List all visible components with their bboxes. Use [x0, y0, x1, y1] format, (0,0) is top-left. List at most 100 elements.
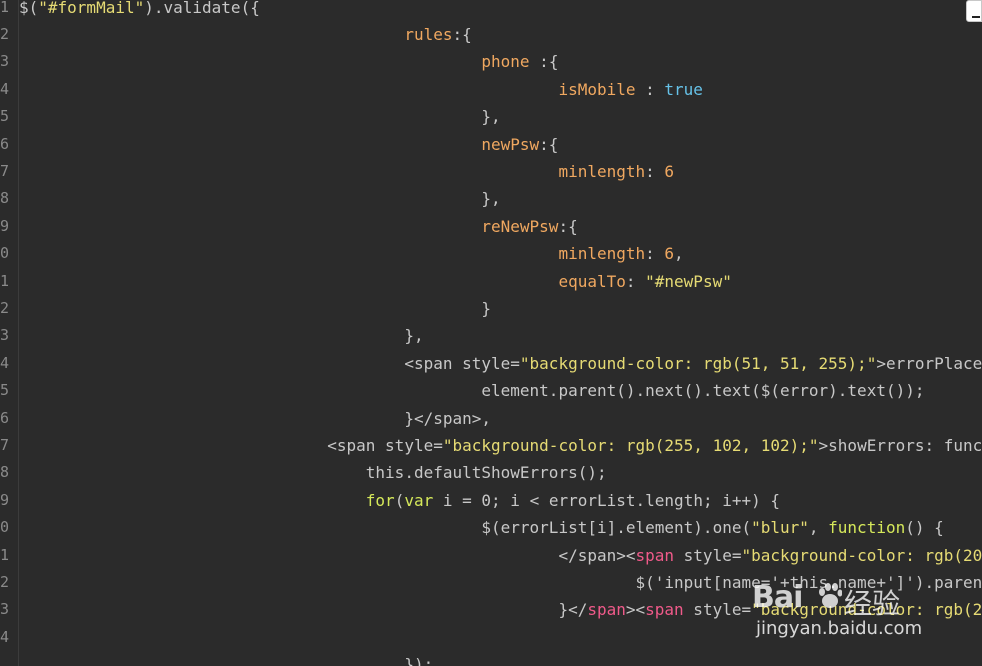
code-token: , — [808, 518, 829, 538]
code-token: $(errorList[i].element).one( — [481, 518, 752, 538]
code-token: equalTo — [558, 271, 626, 291]
line-number: 1 — [0, 271, 10, 290]
code-line: isMobile : true — [19, 76, 703, 103]
code-token: span — [635, 545, 675, 565]
code-line: }, — [19, 322, 424, 349]
code-line: <span style="background-color: rgb(51, 5… — [19, 350, 982, 377]
code-line: }); — [19, 651, 433, 666]
code-token: : — [645, 162, 665, 181]
code-line: newPsw:{ — [19, 131, 558, 158]
code-token: :{ — [558, 216, 578, 236]
line-number: 6 — [0, 408, 10, 427]
code-token: this.defaultShowErrors(); — [365, 463, 607, 483]
code-line: <span style="background-color: rgb(255, … — [19, 432, 982, 459]
code-token: </span>< — [558, 545, 636, 565]
code-token: newPsw — [481, 134, 540, 154]
line-number: 4 — [0, 79, 10, 98]
code-token: : — [625, 271, 646, 291]
code-editor: 1 2 3 4 5 6 7 8 9 0 1 2 3 4 5 6 7 8 9 0 1 2 3 4 $("#formMail").… — [0, 0, 982, 666]
code-token: () { — [905, 518, 944, 538]
code-token: element.parent().next().text($(error).te… — [481, 381, 925, 401]
code-token: reNewPsw — [481, 216, 559, 236]
code-token: <span style= — [404, 353, 520, 373]
code-line: rules:{ — [19, 21, 472, 48]
line-number-gutter: 1 2 3 4 5 6 7 8 9 0 1 2 3 4 5 6 7 8 9 0 1 2 3 4 — [0, 0, 19, 666]
code-line: }</span><span style="background-color: r… — [19, 596, 982, 623]
code-token: }</ — [558, 600, 588, 620]
code-line: equalTo: "#newPsw" — [19, 268, 732, 295]
code-line: element.parent().next().text($(error).te… — [19, 377, 924, 404]
line-number: 3 — [0, 326, 10, 345]
line-number: 2 — [0, 573, 10, 591]
line-number: 8 — [0, 463, 10, 482]
code-line: for(var i = 0; i < errorList.length; i++… — [19, 487, 780, 514]
code-token: "background-color: rgb(51, 51, 255);" — [519, 353, 877, 373]
line-number: 7 — [0, 162, 10, 180]
line-number: 2 — [0, 299, 10, 317]
code-token: "#newPsw" — [645, 271, 732, 291]
code-line: minlength: 6 — [19, 158, 674, 185]
code-line: $(errorList[i].element).one("blur", func… — [19, 514, 944, 541]
line-number: 0 — [0, 518, 10, 537]
code-token: }, — [404, 326, 424, 346]
line-number: 1 — [0, 0, 10, 16]
line-number: 9 — [0, 490, 10, 509]
code-line: }, — [19, 103, 501, 130]
code-token: style= — [674, 545, 742, 565]
code-token: }, — [481, 107, 501, 127]
code-token: for — [365, 490, 395, 510]
code-token: span — [587, 600, 626, 620]
code-token: 6 — [664, 244, 675, 264]
code-token: 6 — [664, 162, 675, 181]
code-token: }</span>, — [404, 408, 492, 428]
copy-code-button[interactable] — [966, 0, 982, 22]
line-number: 0 — [0, 244, 10, 263]
code-token: "background-color: rgb(2 — [751, 600, 982, 620]
code-line: }</span>, — [19, 405, 491, 432]
code-token: } — [481, 299, 492, 318]
code-line: phone :{ — [19, 48, 558, 75]
code-token: true — [664, 79, 703, 99]
code-token: style= — [683, 600, 752, 620]
code-line: minlength: 6, — [19, 240, 684, 267]
code-token: minlength — [558, 162, 646, 181]
code-token: ).validate({ — [144, 0, 260, 17]
code-token: $('input[name='+this.name+']').paren — [635, 573, 982, 592]
code-line: reNewPsw:{ — [19, 213, 578, 240]
code-token: }, — [481, 189, 501, 209]
code-token: :{ — [452, 25, 472, 44]
code-token: "blur" — [751, 518, 809, 538]
code-token: ( — [394, 490, 405, 510]
code-token: >< — [625, 600, 646, 620]
code-line: $("#formMail").validate({ — [19, 0, 260, 21]
code-token: <span style= — [327, 436, 443, 455]
code-token: :{ — [539, 134, 559, 154]
code-token: rules — [404, 25, 453, 44]
line-number: 2 — [0, 25, 10, 43]
code-token: :{ — [529, 52, 559, 72]
code-token: , — [674, 244, 684, 264]
line-number: 3 — [0, 600, 10, 619]
code-token: "background-color: rgb(255, 102, 102);" — [442, 436, 819, 455]
code-token: >errorPlace — [876, 353, 982, 373]
code-line: this.defaultShowErrors(); — [19, 459, 607, 486]
line-number: 9 — [0, 216, 10, 235]
code-line: } — [19, 295, 491, 322]
code-area[interactable]: $("#formMail").validate({ rules:{ phone … — [19, 0, 982, 666]
